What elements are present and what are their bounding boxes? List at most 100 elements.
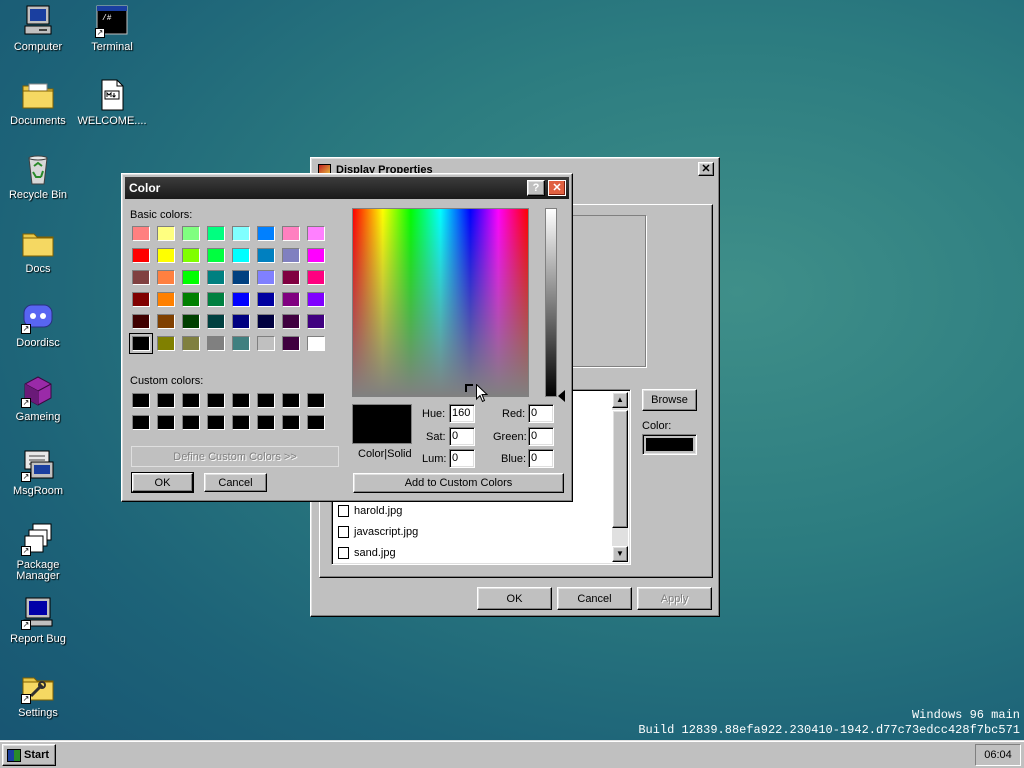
basic-color-swatch[interactable] <box>307 226 325 241</box>
close-button[interactable]: ✕ <box>698 162 714 176</box>
basic-color-swatch[interactable] <box>132 248 150 263</box>
ok-button[interactable]: OK <box>477 587 552 610</box>
ok-button[interactable]: OK <box>131 472 194 493</box>
sat-input[interactable]: 0 <box>449 427 475 446</box>
scroll-down-button[interactable]: ▼ <box>612 546 628 562</box>
color-dialog[interactable]: Color ? ✕ Basic colors: Custom colors: D… <box>121 173 573 502</box>
basic-color-swatch[interactable] <box>182 292 200 307</box>
basic-color-swatch[interactable] <box>132 292 150 307</box>
basic-color-swatch[interactable] <box>232 292 250 307</box>
basic-color-swatch[interactable] <box>307 336 325 351</box>
custom-color-swatch[interactable] <box>207 415 225 430</box>
close-button[interactable]: ✕ <box>548 180 566 196</box>
custom-color-swatch[interactable] <box>282 393 300 408</box>
basic-color-swatch[interactable] <box>157 292 175 307</box>
desktop-icon-package-manager[interactable]: ↗ Package Manager <box>0 522 76 582</box>
add-to-custom-colors-button[interactable]: Add to Custom Colors <box>353 473 564 493</box>
start-button[interactable]: Start <box>2 744 56 766</box>
basic-color-swatch[interactable] <box>182 270 200 285</box>
desktop-icon-recycle-bin[interactable]: Recycle Bin <box>0 152 76 201</box>
luminance-slider[interactable] <box>545 208 557 397</box>
basic-color-swatch[interactable] <box>257 226 275 241</box>
scroll-thumb[interactable] <box>612 410 628 528</box>
custom-color-swatch[interactable] <box>232 415 250 430</box>
custom-color-swatch[interactable] <box>132 393 150 408</box>
list-item[interactable]: sand.jpg <box>338 544 396 562</box>
color-spectrum[interactable] <box>352 208 529 397</box>
basic-color-swatch[interactable] <box>232 270 250 285</box>
custom-color-swatch[interactable] <box>182 393 200 408</box>
scroll-up-button[interactable]: ▲ <box>612 392 628 408</box>
custom-color-swatch[interactable] <box>257 393 275 408</box>
custom-color-swatch[interactable] <box>207 393 225 408</box>
luminance-arrow-icon[interactable] <box>558 390 565 402</box>
basic-color-swatch[interactable] <box>207 314 225 329</box>
basic-color-swatch[interactable] <box>157 270 175 285</box>
list-item[interactable]: harold.jpg <box>338 502 402 520</box>
basic-color-swatch[interactable] <box>157 248 175 263</box>
basic-color-swatch[interactable] <box>207 336 225 351</box>
basic-color-swatch[interactable] <box>282 314 300 329</box>
basic-color-swatch[interactable] <box>182 226 200 241</box>
custom-color-swatch[interactable] <box>282 415 300 430</box>
lum-input[interactable]: 0 <box>449 449 475 468</box>
green-input[interactable]: 0 <box>528 427 554 446</box>
basic-color-swatch[interactable] <box>182 336 200 351</box>
desktop-icon-report-bug[interactable]: ↗ Report Bug <box>0 596 76 645</box>
basic-color-swatch[interactable] <box>232 336 250 351</box>
basic-color-swatch[interactable] <box>257 314 275 329</box>
custom-color-swatch[interactable] <box>307 415 325 430</box>
help-button[interactable]: ? <box>527 180 545 196</box>
desktop-icon-welcome[interactable]: WELCOME.... <box>74 78 150 127</box>
desktop-icon-msgroom[interactable]: ↗ MsgRoom <box>0 448 76 497</box>
basic-color-swatch[interactable] <box>182 314 200 329</box>
list-scrollbar[interactable]: ▲ ▼ <box>612 392 628 562</box>
cancel-button[interactable]: Cancel <box>204 473 267 492</box>
define-custom-colors-button[interactable]: Define Custom Colors >> <box>131 446 339 467</box>
basic-color-swatch[interactable] <box>207 292 225 307</box>
list-item[interactable]: javascript.jpg <box>338 523 418 541</box>
basic-color-swatch[interactable] <box>257 248 275 263</box>
desktop-icon-computer[interactable]: Computer <box>0 4 76 53</box>
apply-button[interactable]: Apply <box>637 587 712 610</box>
basic-color-swatch[interactable] <box>282 248 300 263</box>
basic-color-swatch[interactable] <box>132 270 150 285</box>
basic-color-swatch[interactable] <box>129 333 153 354</box>
custom-color-swatch[interactable] <box>232 393 250 408</box>
basic-color-swatch[interactable] <box>157 336 175 351</box>
basic-color-swatch[interactable] <box>232 248 250 263</box>
basic-color-swatch[interactable] <box>282 336 300 351</box>
desktop-icon-settings[interactable]: ↗ Settings <box>0 670 76 719</box>
basic-color-swatch[interactable] <box>282 292 300 307</box>
basic-color-swatch[interactable] <box>232 226 250 241</box>
basic-color-swatch[interactable] <box>132 314 150 329</box>
basic-color-swatch[interactable] <box>257 292 275 307</box>
custom-color-swatch[interactable] <box>157 415 175 430</box>
basic-color-swatch[interactable] <box>282 270 300 285</box>
hue-input[interactable]: 160 <box>449 404 475 423</box>
desktop-icon-docs[interactable]: Docs <box>0 226 76 275</box>
basic-color-swatch[interactable] <box>307 292 325 307</box>
basic-color-swatch[interactable] <box>307 248 325 263</box>
browse-button[interactable]: Browse <box>642 389 697 411</box>
basic-color-swatch[interactable] <box>157 314 175 329</box>
basic-color-swatch[interactable] <box>157 226 175 241</box>
cancel-button[interactable]: Cancel <box>557 587 632 610</box>
custom-color-swatch[interactable] <box>132 415 150 430</box>
desktop-icon-gameing[interactable]: ↗ Gameing <box>0 374 76 423</box>
basic-color-swatch[interactable] <box>207 248 225 263</box>
desktop-icon-doordisc[interactable]: ↗ Doordisc <box>0 300 76 349</box>
basic-color-swatch[interactable] <box>182 248 200 263</box>
basic-color-swatch[interactable] <box>282 226 300 241</box>
red-input[interactable]: 0 <box>528 404 554 423</box>
desktop-icon-documents[interactable]: Documents <box>0 78 76 127</box>
basic-color-swatch[interactable] <box>132 226 150 241</box>
color-dialog-titlebar[interactable]: Color ? ✕ <box>125 177 569 199</box>
basic-color-swatch[interactable] <box>232 314 250 329</box>
custom-color-swatch[interactable] <box>157 393 175 408</box>
custom-color-swatch[interactable] <box>257 415 275 430</box>
blue-input[interactable]: 0 <box>528 449 554 468</box>
custom-color-swatch[interactable] <box>307 393 325 408</box>
basic-color-swatch[interactable] <box>307 270 325 285</box>
desktop-icon-terminal[interactable]: /# ↗ Terminal <box>74 4 150 53</box>
